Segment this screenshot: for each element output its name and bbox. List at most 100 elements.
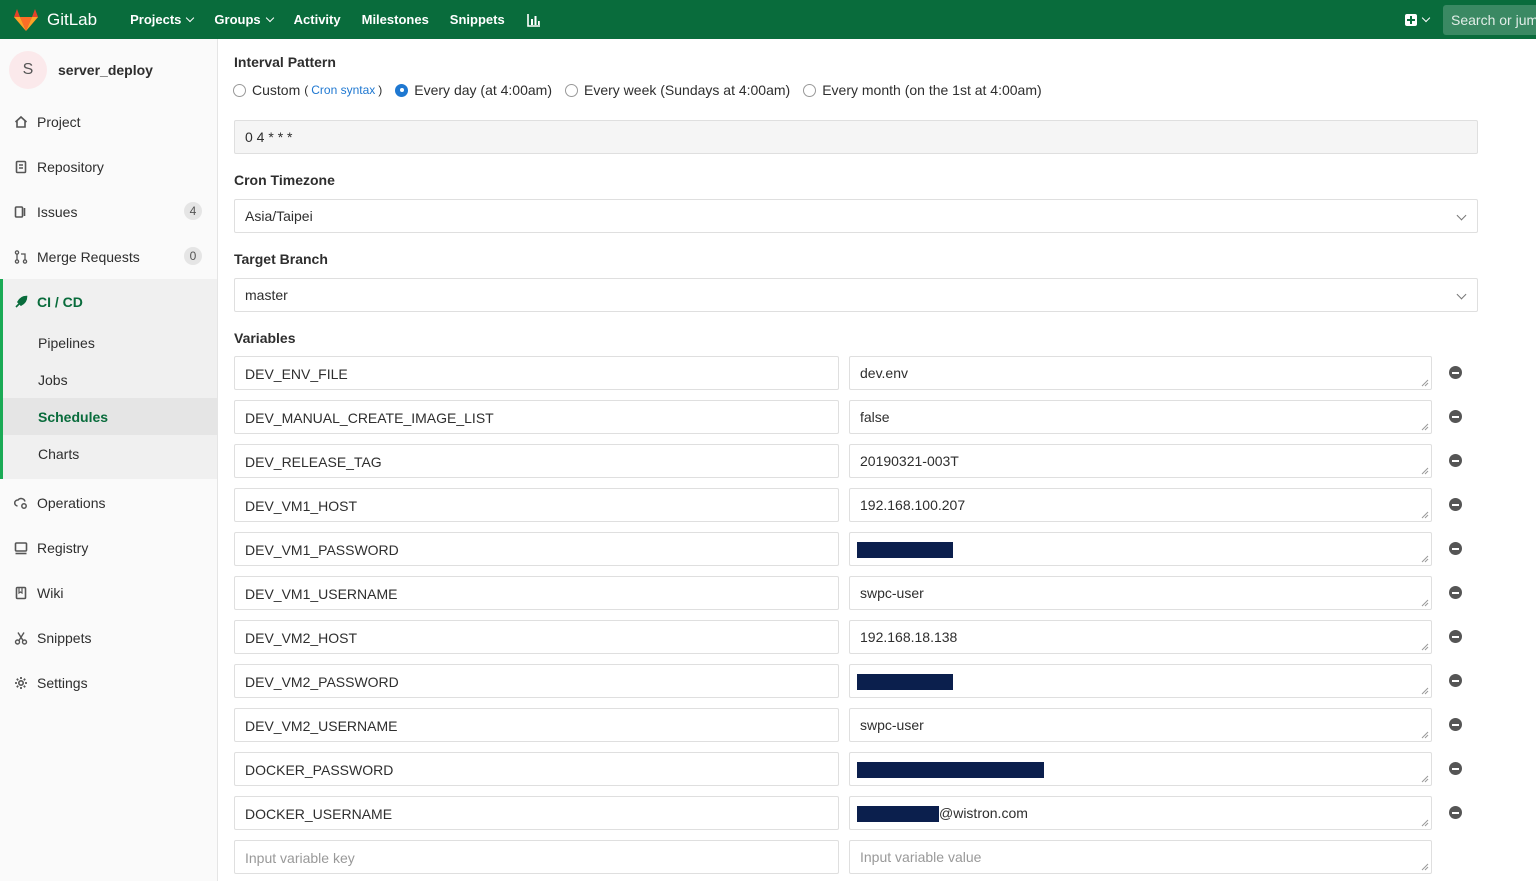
sidebar-item-settings[interactable]: Settings xyxy=(0,660,217,705)
sidebar-subitem-jobs[interactable]: Jobs xyxy=(3,361,217,398)
resize-grip-icon[interactable] xyxy=(1421,863,1429,871)
remove-variable-button[interactable] xyxy=(1449,410,1462,423)
variable-key-input[interactable]: DEV_MANUAL_CREATE_IMAGE_LIST xyxy=(234,400,839,434)
sidebar-item-wiki[interactable]: Wiki xyxy=(0,570,217,615)
sidebar-item-cicd[interactable]: CI / CD xyxy=(14,279,83,324)
resize-grip-icon[interactable] xyxy=(1421,555,1429,563)
redacted-value xyxy=(857,674,953,691)
nav-snippets[interactable]: Snippets xyxy=(450,12,505,27)
nav-groups[interactable]: Groups xyxy=(214,12,274,27)
resize-grip-icon[interactable] xyxy=(1421,511,1429,519)
timezone-dropdown[interactable]: Asia/Taipei xyxy=(234,199,1478,233)
variable-key-input[interactable]: DEV_VM1_HOST xyxy=(234,488,839,522)
chart-icon xyxy=(526,13,540,27)
resize-grip-icon[interactable] xyxy=(1421,643,1429,651)
remove-variable-button[interactable] xyxy=(1449,498,1462,511)
radio-custom-circle[interactable] xyxy=(233,83,246,97)
issues-icon xyxy=(14,205,28,219)
resize-grip-icon[interactable] xyxy=(1421,819,1429,827)
radio-every-week-circle[interactable] xyxy=(565,83,578,97)
variable-key-input[interactable]: DEV_ENV_FILE xyxy=(234,356,839,390)
gitlab-logo[interactable]: GitLab xyxy=(14,8,97,31)
chevron-down-icon xyxy=(186,13,195,22)
variable-value-input[interactable] xyxy=(849,664,1432,698)
variable-value-input[interactable]: swpc-user xyxy=(849,708,1432,742)
sidebar-item-merge-requests[interactable]: Merge Requests 0 xyxy=(0,234,217,279)
search-input[interactable]: Search or jump to… xyxy=(1443,4,1536,35)
variable-value-input[interactable]: 192.168.18.138 xyxy=(849,620,1432,654)
radio-every-month-circle[interactable] xyxy=(803,83,817,97)
target-branch-dropdown[interactable]: master xyxy=(234,278,1478,312)
resize-grip-icon[interactable] xyxy=(1421,599,1429,607)
nav-milestones[interactable]: Milestones xyxy=(362,12,429,27)
resize-grip-icon[interactable] xyxy=(1421,467,1429,475)
variable-value-input[interactable]: 20190321-003T xyxy=(849,444,1432,478)
variable-key-input[interactable]: DEV_VM1_USERNAME xyxy=(234,576,839,610)
nav-activity[interactable]: Activity xyxy=(294,12,341,27)
sidebar-item-repository[interactable]: Repository xyxy=(0,144,217,189)
nav-chart[interactable] xyxy=(526,13,541,27)
sidebar-item-label: Snippets xyxy=(37,629,92,646)
radio-every-month[interactable]: Every month (on the 1st at 4:00am) xyxy=(803,82,1042,98)
sidebar-subitem-schedules[interactable]: Schedules xyxy=(3,398,217,435)
variable-key-input[interactable]: DEV_VM2_HOST xyxy=(234,620,839,654)
variable-key-input[interactable]: DEV_VM2_USERNAME xyxy=(234,708,839,742)
radio-every-week[interactable]: Every week (Sundays at 4:00am) xyxy=(565,82,790,98)
resize-grip-icon[interactable] xyxy=(1421,379,1429,387)
remove-variable-button[interactable] xyxy=(1449,718,1462,731)
remove-variable-button[interactable] xyxy=(1449,454,1462,467)
sidebar-item-label: Operations xyxy=(37,494,106,511)
remove-variable-button[interactable] xyxy=(1449,674,1462,687)
variable-row: DEV_VM1_PASSWORD xyxy=(234,532,1474,566)
variable-value-input[interactable]: dev.env xyxy=(849,356,1432,390)
sidebar-item-snippets[interactable]: Snippets xyxy=(0,615,217,660)
sidebar-item-project[interactable]: Project xyxy=(0,99,217,144)
resize-grip-icon[interactable] xyxy=(1421,423,1429,431)
variable-key-input[interactable]: DEV_VM2_PASSWORD xyxy=(234,664,839,698)
sidebar-item-operations[interactable]: Operations xyxy=(0,480,217,525)
variable-key-input[interactable]: DOCKER_USERNAME xyxy=(234,796,839,830)
sidebar-item-registry[interactable]: Registry xyxy=(0,525,217,570)
chevron-down-icon xyxy=(1421,13,1431,22)
variable-value-input[interactable]: 192.168.100.207 xyxy=(849,488,1432,522)
chevron-down-icon xyxy=(265,13,274,22)
variable-key-input[interactable]: DEV_VM1_PASSWORD xyxy=(234,532,839,566)
nav-projects[interactable]: Projects xyxy=(130,12,195,27)
remove-variable-button[interactable] xyxy=(1449,366,1462,379)
variable-value-input[interactable] xyxy=(849,752,1432,786)
cron-syntax-link[interactable]: Cron syntax xyxy=(311,83,375,97)
resize-grip-icon[interactable] xyxy=(1421,775,1429,783)
radio-every-day[interactable]: Every day (at 4:00am) xyxy=(395,82,552,98)
variable-row: DEV_MANUAL_CREATE_IMAGE_LIST false xyxy=(234,400,1474,434)
radio-every-day-circle[interactable] xyxy=(395,83,409,97)
new-dropdown-button[interactable] xyxy=(1405,13,1431,26)
sidebar-project-header[interactable]: S server_deploy xyxy=(0,39,217,101)
variable-value-input[interactable]: false xyxy=(849,400,1432,434)
sidebar-item-label: CI / CD xyxy=(37,293,83,310)
variable-row: DEV_VM2_HOST 192.168.18.138 xyxy=(234,620,1474,654)
remove-variable-button[interactable] xyxy=(1449,806,1462,819)
remove-variable-button[interactable] xyxy=(1449,762,1462,775)
variable-value-input[interactable] xyxy=(849,532,1432,566)
remove-variable-button[interactable] xyxy=(1449,630,1462,643)
variable-value-input[interactable]: @wistron.com xyxy=(849,796,1432,830)
sidebar-item-issues[interactable]: Issues 4 xyxy=(0,189,217,234)
variable-row: DEV_ENV_FILE dev.env xyxy=(234,356,1474,390)
sidebar-subitem-charts[interactable]: Charts xyxy=(3,435,217,472)
resize-grip-icon[interactable] xyxy=(1421,731,1429,739)
variable-key-input[interactable]: DEV_RELEASE_TAG xyxy=(234,444,839,478)
variable-key-input[interactable]: DOCKER_PASSWORD xyxy=(234,752,839,786)
variable-key-input[interactable]: Input variable key xyxy=(234,840,839,874)
sidebar-subitem-pipelines[interactable]: Pipelines xyxy=(3,324,217,361)
cron-pattern-input[interactable]: 0 4 * * * xyxy=(234,120,1478,154)
variables-label: Variables xyxy=(234,330,296,346)
registry-icon xyxy=(14,541,28,555)
remove-variable-button[interactable] xyxy=(1449,542,1462,555)
resize-grip-icon[interactable] xyxy=(1421,687,1429,695)
remove-variable-button[interactable] xyxy=(1449,586,1462,599)
radio-every-week-label: Every week (Sundays at 4:00am) xyxy=(584,82,791,98)
paren-open: ( xyxy=(304,83,309,97)
variable-value-input[interactable]: swpc-user xyxy=(849,576,1432,610)
radio-custom[interactable]: Custom ( Cron syntax ) xyxy=(233,82,382,98)
variable-value-input[interactable]: Input variable value xyxy=(849,840,1432,874)
